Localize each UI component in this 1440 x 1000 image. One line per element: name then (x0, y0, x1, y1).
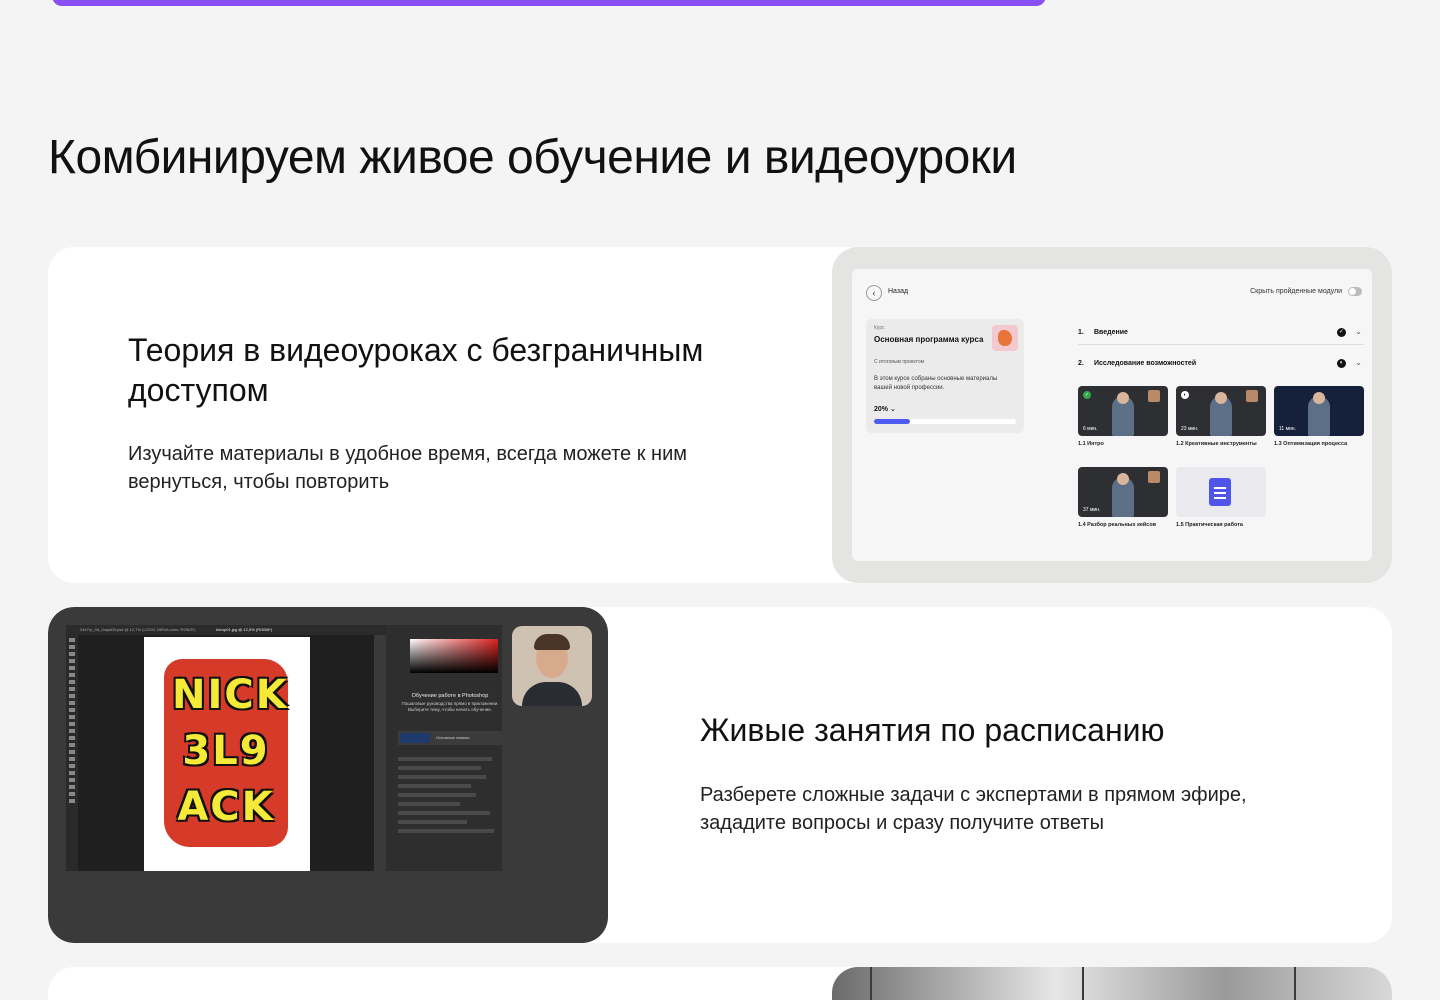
feature-card-video-lessons: Теория в видеоуроках с безграничным дост… (48, 247, 1392, 583)
lesson-label: 1.1 Интро (1078, 441, 1104, 447)
card-text: Изучайте материалы в удобное время, всег… (128, 443, 687, 493)
lesson-duration: 37 мин. (1083, 507, 1101, 513)
learn-text: Пошаговые руководства прямо в приложении… (401, 701, 499, 712)
lesson-label: 1.5 Практическая работа (1176, 522, 1243, 528)
course-progress-bar (874, 419, 1016, 424)
card-text: Разберете сложные задачи с экспертами в … (700, 784, 1247, 834)
learn-title: Обучение работе в Photoshop (411, 693, 489, 699)
chevron-left-icon: ‹ (866, 285, 882, 301)
hide-completed-toggle (1348, 287, 1362, 296)
lesson-duration: 6 мин. (1083, 426, 1098, 432)
lesson-duration: 11 мин. (1279, 426, 1296, 432)
lesson-thumbnail: ✓ 6 мин. (1078, 386, 1168, 436)
back-label: Назад (888, 288, 909, 295)
feature-card-next (48, 967, 1392, 1000)
lesson-thumbnail: 11 мин. (1274, 386, 1364, 436)
course-progress-label: 20% ⌄ (874, 406, 896, 413)
card-title: Теория в видеоуроках с безграничным дост… (128, 332, 704, 408)
photoshop-document: NICK 3L9 ACK (144, 637, 310, 871)
progress-icon: ◐ (1337, 359, 1346, 368)
chevron-down-icon: ⌄ (1355, 327, 1362, 336)
lesson-thumbnail: ◐ 23 мин. (1176, 386, 1266, 436)
document-icon (1209, 478, 1231, 506)
photoshop-toolbar (66, 635, 78, 871)
lesson-duration: 23 мин. (1181, 426, 1199, 432)
hide-completed-label: Скрыть пройденные модули (1250, 288, 1342, 295)
lesson-card: ◐ 23 мин. 1.2 Креативные инструменты (1176, 386, 1266, 447)
feature-card-live-classes: 24e7rp_9d_0mpd09.psd @ 12,7% (LOGO, MENA… (48, 607, 1392, 943)
lesson-card: 37 мин. 1.4 Разбор реальных кейсов (1078, 467, 1168, 528)
module-label: Введение (1094, 329, 1128, 336)
live-class-mockup: 24e7rp_9d_0mpd09.psd @ 12,7% (LOGO, MENA… (48, 607, 608, 943)
lesson-label: 1.3 Оптимизация процесса (1274, 441, 1348, 447)
module-number: 1. (1078, 329, 1084, 336)
course-kicker: Курс (874, 325, 885, 331)
check-icon: ✓ (1083, 391, 1091, 399)
art-line: ACK (177, 784, 275, 830)
module-label: Исследование возможностей (1094, 360, 1197, 367)
section-title: Комбинируем живое обучение и видеоуроки (48, 131, 1017, 184)
lesson-card: ✓ 6 мин. 1.1 Интро (1078, 386, 1168, 447)
lettering-artwork: NICK 3L9 ACK (164, 659, 288, 847)
learn-panel: Обучение работе в Photoshop Пошаговые ру… (398, 693, 502, 713)
course-screen: ‹ Назад Скрыть пройденные модули Курс Ос… (852, 269, 1372, 561)
course-progress-fill (874, 419, 910, 424)
course-illustration (992, 325, 1018, 351)
instructor-webcam (512, 626, 592, 706)
chevron-down-icon: ⌄ (1355, 358, 1362, 367)
lesson-card: 11 мин. 1.3 Оптимизация процесса (1274, 386, 1364, 447)
lesson-label: 1.4 Разбор реальных кейсов (1078, 522, 1157, 528)
learn-lesson-item: Основные навыки (398, 731, 502, 745)
top-accent-bar (52, 0, 1046, 6)
lesson-thumbnail (1176, 467, 1266, 517)
next-card-media (832, 967, 1392, 1000)
module-row: 2. Исследование возможностей ◐ ⌄ (1078, 354, 1364, 376)
card-title: Живые занятия по расписанию (700, 712, 1165, 748)
module-row: 1. Введение ✓ ⌄ (1078, 323, 1364, 345)
lesson-label: 1.2 Креативные инструменты (1176, 441, 1257, 447)
art-line: 3L9 (182, 728, 270, 774)
layers-panel (398, 757, 502, 867)
course-screen-mockup: ‹ Назад Скрыть пройденные модули Курс Ос… (832, 247, 1392, 583)
lesson-thumbnail: 37 мин. (1078, 467, 1168, 517)
art-line: NICK (172, 672, 289, 718)
course-title: Основная программа курса (874, 335, 984, 344)
photoshop-tab: Intrup01.jpg @ 12,5% (RGB/8*) (216, 627, 273, 632)
course-badge: С итоговым проектом (874, 359, 925, 365)
check-icon: ✓ (1337, 328, 1346, 337)
course-info-card: Курс Основная программа курса С итоговым… (866, 319, 1024, 433)
course-description: В этом курсе собраны основные материалы … (874, 376, 998, 391)
progress-icon: ◐ (1181, 391, 1189, 399)
photoshop-tab: 24e7rp_9d_0mpd09.psd @ 12,7% (LOGO, MENA… (80, 627, 196, 632)
learn-lesson-label: Основные навыки (436, 735, 470, 740)
color-picker (410, 639, 498, 673)
lesson-card: 1.5 Практическая работа (1176, 467, 1266, 528)
module-number: 2. (1078, 360, 1084, 367)
